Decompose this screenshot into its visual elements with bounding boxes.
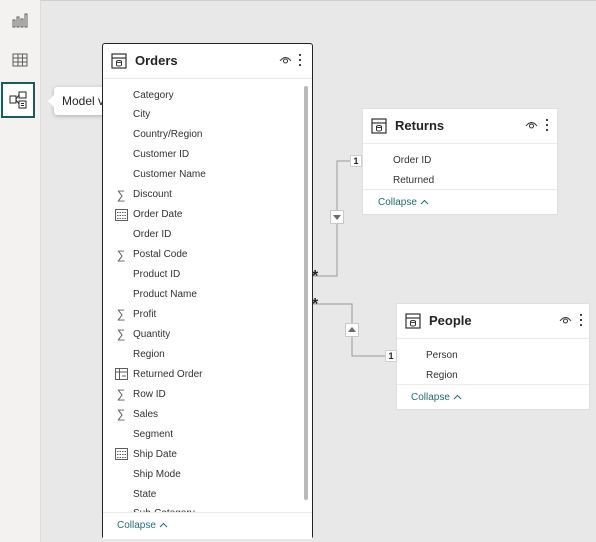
field-row[interactable]: Returned xyxy=(363,170,557,190)
field-row[interactable]: ∑ Discount xyxy=(103,185,312,205)
people-table-card[interactable]: People Person Region Collapse xyxy=(396,303,590,410)
field-row[interactable]: Country/Region xyxy=(103,125,312,145)
field-label: Returned Order xyxy=(133,368,203,380)
field-row[interactable]: Order ID xyxy=(103,225,312,245)
field-label: Region xyxy=(426,369,458,381)
field-label: Postal Code xyxy=(133,249,188,261)
orders-collapse-link[interactable]: Collapse xyxy=(117,520,168,531)
table-icon xyxy=(405,313,421,329)
field-label: Order ID xyxy=(133,229,172,241)
field-row[interactable]: Product Name xyxy=(103,285,312,305)
field-label: Ship Mode xyxy=(133,468,181,480)
field-label: Region xyxy=(133,348,165,360)
field-row[interactable]: ∑ Row ID xyxy=(103,384,312,404)
field-row[interactable]: Ship Mode xyxy=(103,464,312,484)
field-label: Product ID xyxy=(133,269,181,281)
field-label: Product Name xyxy=(133,289,197,300)
returns-header[interactable]: Returns xyxy=(363,109,557,144)
calendar-icon xyxy=(114,447,128,461)
orders-many-cardinality-people: * xyxy=(312,296,319,313)
field-row[interactable]: Region xyxy=(103,344,312,364)
field-row[interactable]: Ship Date xyxy=(103,444,312,464)
returns-collapse-link[interactable]: Collapse xyxy=(378,197,429,208)
field-row[interactable]: Order ID xyxy=(363,150,557,170)
orders-many-cardinality-returns: * xyxy=(312,268,319,285)
field-label: Quantity xyxy=(133,328,171,340)
arrow-down-icon xyxy=(333,215,341,220)
sigma-icon: ∑ xyxy=(116,307,126,322)
orders-header[interactable]: Orders xyxy=(103,44,312,79)
sigma-icon: ∑ xyxy=(116,247,126,262)
people-header[interactable]: People xyxy=(397,304,589,339)
field-row[interactable]: ∑ Quantity xyxy=(103,324,312,344)
returns-title: Returns xyxy=(395,118,445,133)
field-row[interactable]: ∑ Postal Code xyxy=(103,245,312,265)
field-row[interactable]: City xyxy=(103,105,312,125)
field-label: Person xyxy=(426,349,458,361)
filter-direction-returns[interactable] xyxy=(330,210,344,224)
chevron-up-icon xyxy=(420,199,429,205)
field-label: Profit xyxy=(133,308,157,320)
more-options-icon[interactable] xyxy=(545,118,549,132)
returns-table-card[interactable]: Returns Order ID Returned Collapse xyxy=(362,108,558,215)
field-label: Customer ID xyxy=(133,149,190,161)
field-row[interactable]: Customer Name xyxy=(103,165,312,185)
people-title: People xyxy=(429,313,472,328)
table-icon xyxy=(111,53,127,69)
field-label: Sales xyxy=(133,408,159,420)
field-label: Ship Date xyxy=(133,448,177,460)
field-label: Order ID xyxy=(393,154,432,166)
field-label: Returned xyxy=(393,174,435,186)
sigma-icon: ∑ xyxy=(116,407,126,422)
orders-table-card[interactable]: Orders Category City Country/Region Custome… xyxy=(102,43,313,539)
field-label: State xyxy=(133,488,157,500)
returns-one-cardinality: 1 xyxy=(350,155,362,167)
chevron-up-icon xyxy=(159,522,168,528)
field-row[interactable]: ∑ Profit xyxy=(103,304,312,324)
field-label: Order Date xyxy=(133,209,183,221)
people-collapse-row: Collapse xyxy=(397,384,589,410)
orders-collapse-row: Collapse xyxy=(103,512,312,539)
calendar-icon xyxy=(114,208,128,222)
sigma-icon: ∑ xyxy=(116,187,126,202)
field-label: Country/Region xyxy=(133,129,203,141)
field-row[interactable]: Order Date xyxy=(103,205,312,225)
arrow-up-icon xyxy=(348,327,356,332)
eye-icon[interactable] xyxy=(525,120,538,130)
filter-direction-people[interactable] xyxy=(345,323,359,337)
eye-icon[interactable] xyxy=(279,55,292,65)
people-collapse-link[interactable]: Collapse xyxy=(411,392,462,403)
eye-icon[interactable] xyxy=(559,315,572,325)
sigma-icon: ∑ xyxy=(116,327,126,342)
field-row[interactable]: ∑ Sales xyxy=(103,404,312,424)
field-label: Segment xyxy=(133,428,174,440)
more-options-icon[interactable] xyxy=(579,313,583,327)
field-row[interactable]: Person xyxy=(397,345,589,365)
field-row[interactable]: Segment xyxy=(103,424,312,444)
returns-collapse-row: Collapse xyxy=(363,189,557,215)
field-label: City xyxy=(133,109,151,121)
field-row[interactable]: Product ID xyxy=(103,265,312,285)
table-icon xyxy=(371,118,387,134)
people-one-cardinality: 1 xyxy=(385,350,397,362)
orders-scrollbar[interactable] xyxy=(304,86,308,542)
sigma-icon: ∑ xyxy=(116,387,126,402)
field-row[interactable]: Customer ID xyxy=(103,145,312,165)
field-label: Customer Name xyxy=(133,169,206,181)
calculated-column-icon xyxy=(114,367,128,381)
orders-title: Orders xyxy=(135,53,178,68)
field-row[interactable]: Returned Order xyxy=(103,364,312,384)
orders-scrollbar-thumb[interactable] xyxy=(304,86,308,500)
field-row[interactable]: Category xyxy=(103,85,312,105)
field-row[interactable]: Region xyxy=(397,365,589,385)
field-label: Discount xyxy=(133,189,172,201)
chevron-up-icon xyxy=(453,394,462,400)
field-label: Row ID xyxy=(133,388,166,400)
field-label: Category xyxy=(133,89,174,101)
field-row[interactable]: State xyxy=(103,484,312,504)
more-options-icon[interactable] xyxy=(298,53,302,67)
